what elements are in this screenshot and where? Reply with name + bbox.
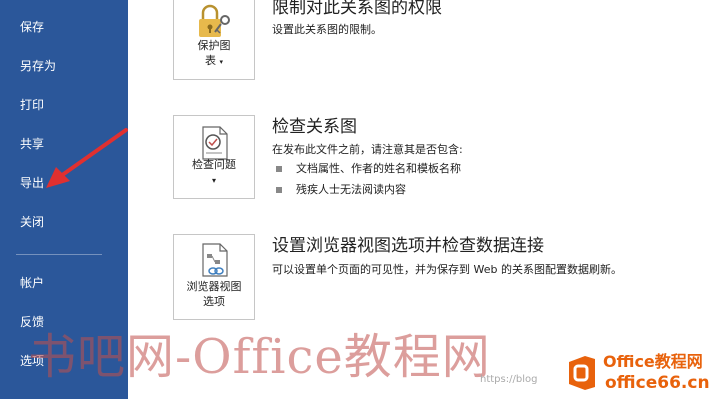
- inspect-bullet-2: 残疾人士无法阅读内容: [296, 183, 406, 196]
- protect-diagram-label: 保护图: [197, 39, 231, 52]
- nav-close[interactable]: 关闭: [20, 214, 44, 230]
- watermark-blog-url: https://blog: [480, 374, 538, 385]
- dropdown-caret-icon: ▾: [211, 176, 216, 185]
- browser-view-options-button[interactable]: 浏览器视图 选项: [173, 234, 255, 320]
- browser-view-icon: [202, 243, 228, 277]
- check-issues-label: 检查问题: [192, 158, 236, 171]
- inspect-section-desc: 在发布此文件之前，请注意其是否包含:: [272, 143, 463, 156]
- inspect-section-title: 检查关系图: [272, 117, 357, 137]
- nav-account[interactable]: 帐户: [20, 275, 44, 291]
- bullet-icon: [276, 187, 282, 193]
- protect-diagram-label-2: 表 ▾: [204, 54, 223, 67]
- bullet-icon: [276, 166, 282, 172]
- logo-line1: Office教程网: [603, 352, 703, 371]
- dropdown-caret-icon: ▾: [219, 58, 223, 66]
- annotation-arrow-icon: [46, 128, 128, 188]
- lock-key-icon: [199, 4, 230, 37]
- browser-section-title: 设置浏览器视图选项并检查数据连接: [272, 236, 544, 256]
- logo-line2: office66.cn: [605, 373, 710, 393]
- protect-section-desc: 设置此关系图的限制。: [272, 23, 382, 36]
- nav-divider: [16, 254, 102, 255]
- office-logo-icon: [569, 356, 595, 390]
- browser-view-label: 浏览器视图: [186, 280, 242, 293]
- protect-diagram-button[interactable]: 保护图 表 ▾: [173, 0, 255, 80]
- browser-section-desc: 可以设置单个页面的可见性，并为保存到 Web 的关系图配置数据刷新。: [272, 263, 622, 276]
- office-logo-watermark: Office教程网 office66.cn: [565, 350, 727, 399]
- watermark-text: 书吧网-Office教程网: [28, 329, 491, 385]
- check-issues-button[interactable]: 检查问题 ▾: [173, 115, 255, 199]
- inspect-document-icon: [202, 126, 228, 160]
- inspect-bullet-1: 文档属性、作者的姓名和模板名称: [296, 162, 461, 175]
- browser-view-label-2: 选项: [203, 295, 225, 308]
- protect-section-title: 限制对此关系图的权限: [272, 0, 442, 18]
